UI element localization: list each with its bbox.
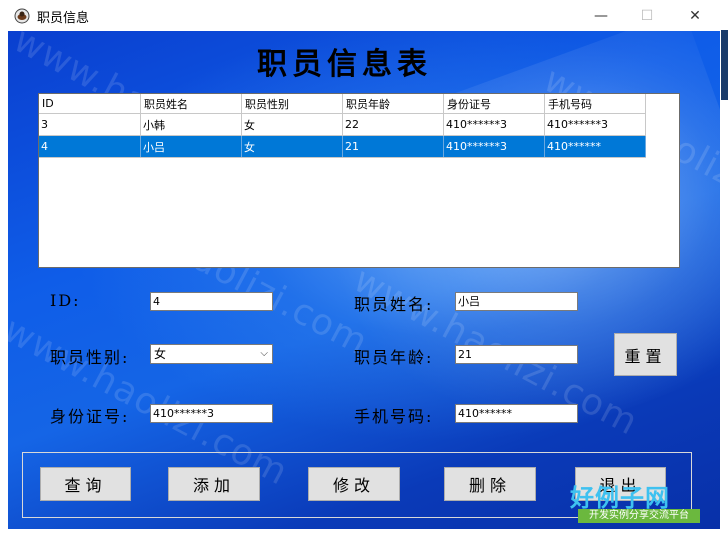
column-header-name[interactable]: 职员姓名: [140, 94, 242, 114]
grid-cell[interactable]: 410******3: [443, 135, 545, 158]
name-label: 职员姓名:: [354, 295, 434, 314]
idcard-label: 身份证号:: [50, 407, 130, 426]
site-logo: 好例子网 开发实例分享交流平台: [570, 478, 700, 523]
add-button[interactable]: 添加: [168, 467, 260, 501]
age-field[interactable]: 21: [455, 345, 578, 364]
close-button[interactable]: ✕: [672, 0, 718, 31]
table-row-selected[interactable]: 4 小吕 女 21 410******3 410******: [39, 135, 646, 158]
column-header-age[interactable]: 职员年龄: [342, 94, 444, 114]
background-window-fragment: [721, 30, 728, 100]
gender-select[interactable]: 女 ⌵: [150, 344, 273, 364]
id-label: ID:: [50, 291, 81, 310]
gender-label: 职员性别:: [50, 348, 130, 367]
grid-cell[interactable]: 女: [241, 135, 343, 158]
column-header-idcard[interactable]: 身份证号: [443, 94, 545, 114]
grid-cell[interactable]: 22: [342, 113, 444, 136]
form-client-area: www.haolizi.com www.haolizi.com www.haol…: [8, 31, 720, 529]
grid-cell[interactable]: 21: [342, 135, 444, 158]
query-button[interactable]: 查询: [40, 467, 131, 501]
logo-subtitle: 开发实例分享交流平台: [578, 509, 700, 523]
age-label: 职员年龄:: [354, 348, 434, 367]
app-icon: [14, 8, 30, 24]
edit-button[interactable]: 修改: [308, 467, 400, 501]
column-header-gender[interactable]: 职员性别: [241, 94, 343, 114]
chevron-down-icon[interactable]: ⌵: [260, 345, 268, 363]
title-bar[interactable]: 职员信息 — ☐ ✕: [0, 0, 720, 31]
column-header-id[interactable]: ID: [39, 94, 141, 114]
maximize-button[interactable]: ☐: [624, 0, 670, 31]
logo-title: 好例子网: [570, 484, 670, 512]
grid-cell[interactable]: 410******: [544, 135, 646, 158]
idcard-field[interactable]: 410******3: [150, 404, 273, 423]
phone-field[interactable]: 410******: [455, 404, 578, 423]
id-field[interactable]: 4: [150, 292, 273, 311]
gender-select-value: 女: [154, 347, 167, 361]
window-title: 职员信息: [37, 11, 90, 26]
name-field[interactable]: 小吕: [455, 292, 578, 311]
employee-data-grid[interactable]: ID 职员姓名 职员性别 职员年龄 身份证号 手机号码 3 小韩 女 22 41…: [38, 93, 680, 268]
column-header-phone[interactable]: 手机号码: [544, 94, 646, 114]
grid-cell[interactable]: 4: [39, 135, 141, 158]
grid-header-row: ID 职员姓名 职员性别 职员年龄 身份证号 手机号码: [39, 94, 646, 114]
grid-cell[interactable]: 3: [39, 113, 141, 136]
table-row[interactable]: 3 小韩 女 22 410******3 410******3: [39, 113, 646, 136]
grid-cell[interactable]: 410******3: [443, 113, 545, 136]
grid-cell[interactable]: 410******3: [544, 113, 646, 136]
grid-cell[interactable]: 小韩: [140, 113, 242, 136]
reset-button[interactable]: 重置: [614, 333, 677, 376]
delete-button[interactable]: 删除: [444, 467, 536, 501]
minimize-button[interactable]: —: [578, 0, 624, 31]
app-window: 职员信息 — ☐ ✕ www.haolizi.com www.haolizi.c…: [0, 0, 720, 537]
phone-label: 手机号码:: [354, 407, 434, 426]
grid-cell[interactable]: 小吕: [140, 135, 242, 158]
grid-cell[interactable]: 女: [241, 113, 343, 136]
form-heading: 职员信息表: [257, 47, 432, 82]
